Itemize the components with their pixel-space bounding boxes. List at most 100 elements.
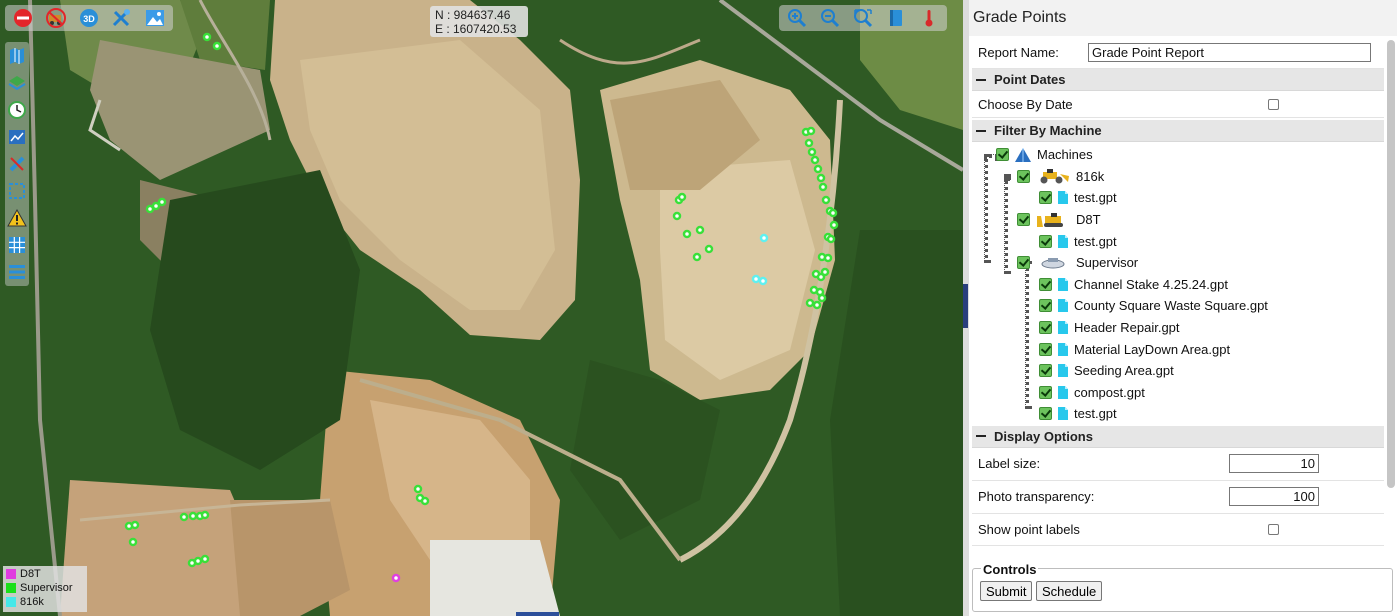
tree-file-d8t-test[interactable]: test.gpt [972, 230, 1384, 252]
show-point-labels-checkbox[interactable] [1268, 523, 1279, 535]
bottom-drawer-tab[interactable] [516, 612, 559, 616]
photo-transparency-input[interactable] [1229, 487, 1319, 507]
3d-icon[interactable]: 3D [74, 7, 104, 29]
legend-swatch [6, 597, 16, 607]
tree-file-supervisor-6[interactable]: test.gpt [972, 403, 1384, 425]
panel-body: Report Name: Point Dates Choose By Date … [972, 37, 1384, 548]
choose-by-date-checkbox[interactable] [1268, 98, 1279, 110]
file-icon [1057, 190, 1069, 205]
easting: E : 1607420.53 [435, 22, 517, 36]
section-display-options[interactable]: Display Options [972, 425, 1384, 448]
layers-icon[interactable] [5, 71, 29, 95]
file-checkbox[interactable] [1039, 342, 1052, 356]
label-size-input[interactable] [1229, 454, 1319, 474]
file-checkbox[interactable] [1039, 191, 1052, 205]
zoom-extent-icon[interactable] [848, 7, 878, 29]
legend-item-d8t: D8T [6, 567, 84, 581]
section-filter-by-machine[interactable]: Filter By Machine [972, 120, 1384, 142]
section-title: Display Options [994, 428, 1093, 444]
tree-label: Material LayDown Area.gpt [1074, 341, 1231, 357]
tree-node-816k[interactable]: 816k [972, 166, 1384, 188]
dozer-icon [1035, 212, 1071, 228]
legend-swatch [6, 569, 16, 579]
thermometer-icon[interactable] [914, 7, 944, 29]
file-checkbox[interactable] [1039, 321, 1052, 335]
tree-file-supervisor-1[interactable]: County Square Waste Square.gpt [972, 295, 1384, 317]
file-icon [1057, 234, 1069, 249]
report-name-input[interactable] [1088, 43, 1371, 62]
zoom-out-icon[interactable] [815, 7, 845, 29]
measure-icon[interactable] [5, 152, 29, 176]
photo-transparency-label: Photo transparency: [978, 489, 1095, 505]
stop-icon[interactable] [8, 7, 38, 29]
submit-button[interactable]: Submit [980, 581, 1033, 601]
tree-node-d8t[interactable]: D8T [972, 209, 1384, 231]
book-icon[interactable] [881, 7, 911, 29]
tree-file-816k-test[interactable]: test.gpt [972, 187, 1384, 209]
tree-label: test.gpt [1074, 406, 1117, 422]
section-title: Point Dates [994, 72, 1066, 87]
label-size-label: Label size: [978, 456, 1041, 472]
file-checkbox[interactable] [1039, 277, 1052, 291]
tree-label: 816k [1076, 168, 1105, 184]
machine-checkbox[interactable] [1017, 256, 1030, 270]
section-point-dates[interactable]: Point Dates [972, 69, 1384, 91]
image-icon[interactable] [140, 7, 170, 29]
photo-transparency-row: Photo transparency: [972, 481, 1384, 514]
map-view[interactable]: 3D N : 984637.46 E : 1607420.53 D8T Supe… [0, 0, 963, 616]
tree-file-supervisor-4[interactable]: Seeding Area.gpt [972, 360, 1384, 382]
file-icon [1057, 406, 1069, 421]
legend-item-816k: 816k [6, 595, 84, 609]
panel-scrollbar[interactable] [1387, 40, 1395, 488]
tree-label: test.gpt [1074, 190, 1117, 206]
file-checkbox[interactable] [1039, 407, 1052, 421]
clock-icon[interactable] [5, 98, 29, 122]
schedule-button[interactable]: Schedule [1036, 581, 1103, 601]
tree-node-machines[interactable]: Machines [972, 144, 1384, 166]
tree-label: compost.gpt [1074, 384, 1145, 400]
machine-tree: Machines 816k test.gpt D8T test.gpt Supe… [972, 142, 1384, 425]
no-truck-icon[interactable] [41, 7, 71, 29]
grid-icon[interactable] [5, 233, 29, 257]
controls-group: Controls Submit Schedule [972, 562, 1393, 612]
select-icon[interactable] [5, 179, 29, 203]
legend-swatch [6, 583, 16, 593]
warning-icon[interactable] [5, 206, 29, 230]
grade-points-panel: Grade Points Report Name: Point Dates Ch… [969, 0, 1397, 616]
tools-icon[interactable] [107, 7, 137, 29]
map-icon[interactable] [5, 44, 29, 68]
collapse-icon [976, 78, 986, 81]
machine-checkbox[interactable] [1017, 169, 1030, 183]
splitter-grip[interactable] [963, 284, 968, 328]
map-legend: D8T Supervisor 816k [3, 566, 87, 612]
compactor-icon [1035, 168, 1071, 184]
zoom-in-icon[interactable] [782, 7, 812, 29]
machine-checkbox[interactable] [1017, 213, 1030, 227]
file-checkbox[interactable] [1039, 234, 1052, 248]
tree-node-supervisor[interactable]: Supervisor [972, 252, 1384, 274]
tree-label: Seeding Area.gpt [1074, 363, 1174, 379]
tree-label: Supervisor [1076, 255, 1139, 271]
map-toolbar-right [779, 5, 947, 31]
collapse-icon [976, 129, 986, 132]
tree-file-supervisor-3[interactable]: Material LayDown Area.gpt [972, 338, 1384, 360]
file-checkbox[interactable] [1039, 385, 1052, 399]
map-toolbar-left: 3D [5, 5, 173, 31]
report-name-row: Report Name: [972, 37, 1384, 69]
file-checkbox[interactable] [1039, 364, 1052, 378]
legend-label: D8T [20, 568, 41, 580]
show-point-labels-label: Show point labels [978, 521, 1080, 537]
tree-file-supervisor-2[interactable]: Header Repair.gpt [972, 317, 1384, 339]
tree-label: Header Repair.gpt [1074, 320, 1180, 336]
chart-icon[interactable] [5, 125, 29, 149]
tree-file-supervisor-5[interactable]: compost.gpt [972, 382, 1384, 404]
grade-points-layer[interactable] [0, 0, 963, 616]
list-icon[interactable] [5, 260, 29, 284]
tree-file-supervisor-0[interactable]: Channel Stake 4.25.24.gpt [972, 274, 1384, 296]
show-point-labels-row: Show point labels [972, 514, 1384, 546]
file-icon [1057, 298, 1069, 313]
section-title: Filter By Machine [994, 123, 1102, 138]
file-checkbox[interactable] [1039, 299, 1052, 313]
legend-label: 816k [20, 596, 44, 608]
machines-checkbox[interactable] [996, 148, 1009, 162]
